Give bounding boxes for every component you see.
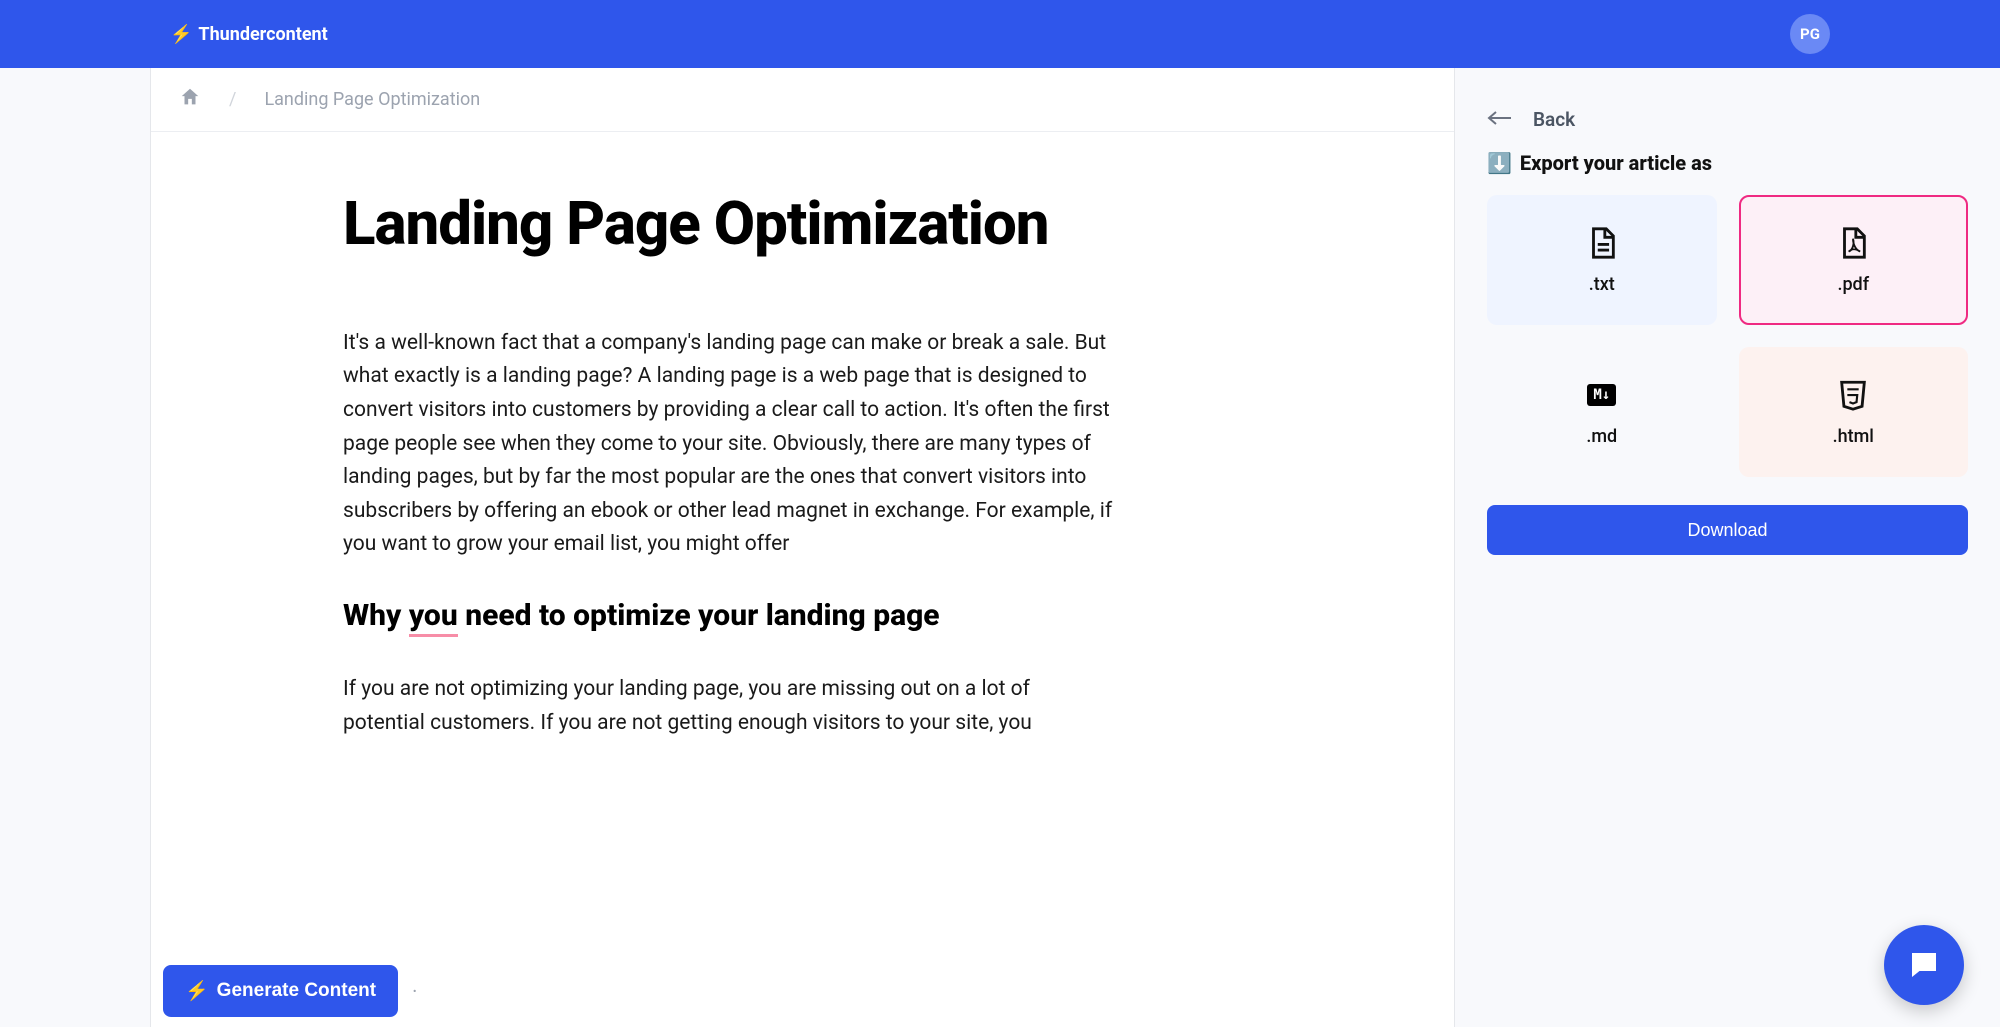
- article: Landing Page Optimization It's a well-kn…: [343, 192, 1113, 740]
- export-grid: .txt .pdf M↓ .md .html: [1487, 195, 1968, 477]
- markdown-icon: M↓: [1585, 378, 1619, 412]
- breadcrumb: / Landing Page Optimization: [151, 68, 1454, 132]
- article-paragraph: If you are not optimizing your landing p…: [343, 673, 1113, 740]
- brand-name: Thundercontent: [198, 24, 327, 45]
- home-icon[interactable]: [179, 86, 201, 113]
- spellcheck-underline: you: [409, 598, 458, 637]
- download-icon: ⬇️: [1487, 151, 1512, 175]
- article-paragraph: It's a well-known fact that a company's …: [343, 327, 1113, 562]
- export-html-label: .html: [1833, 426, 1874, 447]
- avatar-initials: PG: [1800, 25, 1820, 43]
- bottom-bar: ⚡ Generate Content ·: [163, 965, 417, 1017]
- bolt-icon: ⚡: [170, 24, 192, 45]
- avatar[interactable]: PG: [1790, 14, 1830, 54]
- back-label: Back: [1533, 108, 1575, 131]
- article-subheading: Why you need to optimize your landing pa…: [343, 598, 1113, 633]
- generate-content-button[interactable]: ⚡ Generate Content: [163, 965, 398, 1017]
- back-button[interactable]: Back: [1487, 108, 1968, 131]
- export-html-card[interactable]: .html: [1739, 347, 1969, 477]
- layout: / Landing Page Optimization Landing Page…: [0, 68, 2000, 1027]
- export-md-label: .md: [1586, 426, 1617, 447]
- breadcrumb-separator: /: [229, 89, 236, 110]
- article-title: Landing Page Optimization: [343, 192, 1113, 257]
- html5-icon: [1836, 378, 1870, 412]
- generate-content-label: Generate Content: [217, 980, 376, 1002]
- export-pdf-card[interactable]: .pdf: [1739, 195, 1969, 325]
- file-text-icon: [1585, 226, 1619, 260]
- chat-fab[interactable]: [1884, 925, 1964, 1005]
- file-pdf-icon: [1836, 226, 1870, 260]
- breadcrumb-current[interactable]: Landing Page Optimization: [264, 89, 480, 110]
- chat-icon: [1906, 947, 1942, 983]
- export-pdf-label: .pdf: [1837, 274, 1869, 295]
- app-header: ⚡ Thundercontent PG: [0, 0, 2000, 68]
- bolt-icon: ⚡: [185, 979, 209, 1003]
- brand[interactable]: ⚡ Thundercontent: [170, 24, 328, 45]
- sidebar: Back ⬇️ Export your article as .txt .pdf: [1455, 68, 2000, 1027]
- arrow-left-icon: [1487, 108, 1513, 131]
- export-txt-card[interactable]: .txt: [1487, 195, 1717, 325]
- main-panel: / Landing Page Optimization Landing Page…: [150, 68, 1455, 1027]
- download-button[interactable]: Download: [1487, 505, 1968, 555]
- export-title: ⬇️ Export your article as: [1487, 151, 1968, 175]
- menu-dot[interactable]: ·: [412, 979, 417, 1003]
- export-md-card[interactable]: M↓ .md: [1487, 347, 1717, 477]
- export-txt-label: .txt: [1589, 274, 1615, 295]
- article-container: Landing Page Optimization It's a well-kn…: [151, 132, 1454, 1027]
